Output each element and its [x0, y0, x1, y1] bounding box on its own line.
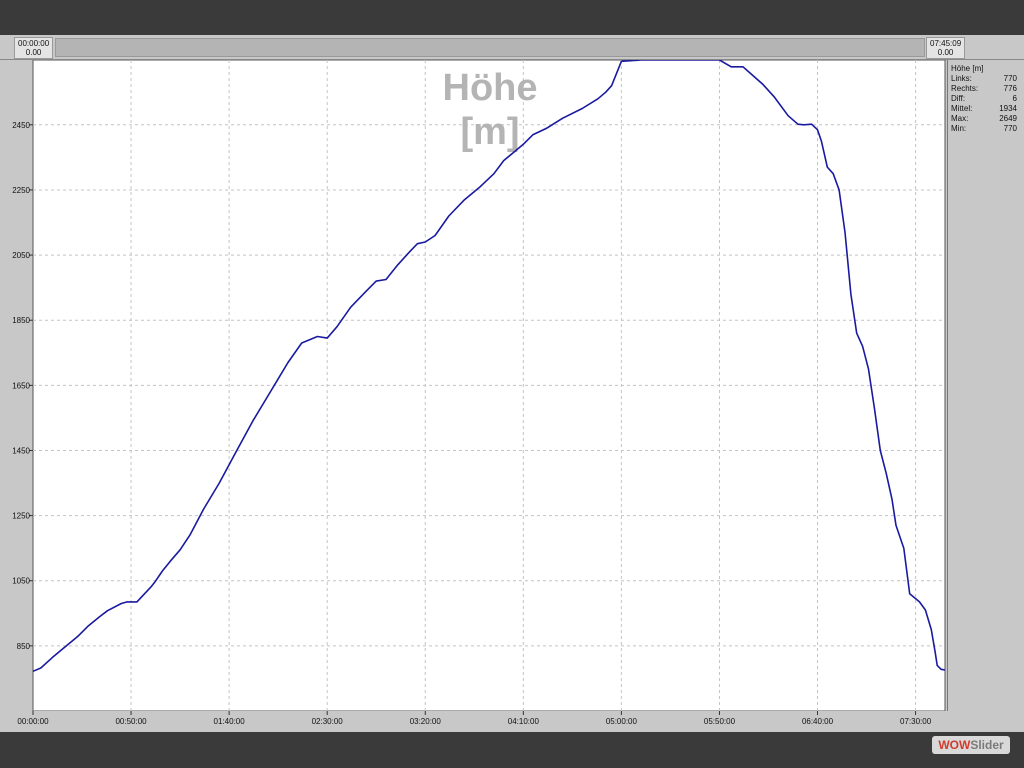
x-tick-label: 01:40:00 [214, 717, 246, 726]
range-header: 00:00:00 0.00 07:45:09 0.00 [0, 35, 1024, 60]
stat-row: Mittel: 1934 [951, 104, 1017, 114]
x-tick-label: 02:30:00 [312, 717, 344, 726]
range-start-value: 0.00 [25, 48, 42, 57]
y-tick-label: 1450 [12, 446, 30, 455]
range-scrollbar[interactable] [55, 38, 925, 57]
logo-part-2: Slider [970, 738, 1004, 752]
stat-value: 1934 [999, 104, 1017, 113]
stat-key: Max: [951, 114, 969, 123]
stat-key: Links: [951, 74, 972, 83]
stat-key: Min: [951, 124, 967, 133]
y-tick-label: 1050 [12, 577, 30, 586]
x-tick-label: 04:10:00 [508, 717, 540, 726]
y-tick-label: 1850 [12, 316, 30, 325]
stat-key: Rechts: [951, 84, 979, 93]
stats-panel: Höhe [m] Links: 770 Rechts: 776 Diff: 6 Mit… [947, 60, 1019, 711]
range-end-marker[interactable]: 07:45:09 0.00 [926, 37, 966, 59]
stat-value: 2649 [999, 114, 1017, 123]
stat-row: Max: 2649 [951, 114, 1017, 124]
logo-part-1: WOW [938, 738, 971, 752]
range-end-time: 07:45:09 [930, 39, 962, 48]
x-tick-label: 05:00:00 [606, 717, 638, 726]
stat-row: Links: 770 [951, 74, 1017, 84]
chart-window: 00:00:00 0.00 07:45:09 0.00 Höhe [m] 850 1… [0, 35, 1024, 732]
x-tick-label: 00:00:00 [17, 717, 49, 726]
stat-row: Min: 770 [951, 124, 1017, 134]
y-axis: 850 1050 1250 1450 1650 1850 2050 2250 2450 [12, 121, 33, 651]
stat-key: Mittel: [951, 104, 973, 113]
x-tick-label: 03:20:00 [410, 717, 442, 726]
chart-title-line: Höhe [443, 67, 538, 109]
stats-title: Höhe [m] [951, 64, 984, 73]
chart-title-line: [m] [460, 111, 519, 153]
y-tick-label: 2050 [12, 251, 30, 260]
x-tick-label: 06:40:00 [802, 717, 834, 726]
y-tick-label: 1250 [12, 512, 30, 521]
stat-value: 770 [1003, 124, 1017, 133]
y-tick-label: 850 [17, 642, 31, 651]
stat-row: Rechts: 776 [951, 84, 1017, 94]
y-tick-label: 2250 [12, 186, 30, 195]
range-start-marker[interactable]: 00:00:00 0.00 [14, 37, 54, 59]
stat-row: Diff: 6 [951, 94, 1017, 104]
wowslider-logo: WOWSlider [932, 736, 1010, 754]
range-start-time: 00:00:00 [18, 39, 50, 48]
x-tick-label: 00:50:00 [115, 717, 147, 726]
y-tick-label: 2450 [12, 121, 30, 130]
elevation-chart[interactable]: Höhe[m] 850 1050 1250 1450 1650 1850 2050 2250 2… [0, 60, 1024, 711]
stat-value: 6 [1012, 94, 1017, 103]
x-tick-label: 07:30:00 [900, 717, 932, 726]
x-axis: 00:00:00 00:50:00 01:40:00 02:30:00 03:20:00… [17, 711, 932, 726]
stat-value: 776 [1003, 84, 1017, 93]
x-axis-bar: 00:00:00 00:50:00 01:40:00 02:30:00 03:20:00… [0, 711, 1024, 732]
range-end-value: 0.00 [937, 48, 954, 57]
x-tick-label: 05:50:00 [704, 717, 736, 726]
stat-value: 770 [1003, 74, 1017, 83]
stat-key: Diff: [951, 94, 966, 103]
y-tick-label: 1650 [12, 381, 30, 390]
